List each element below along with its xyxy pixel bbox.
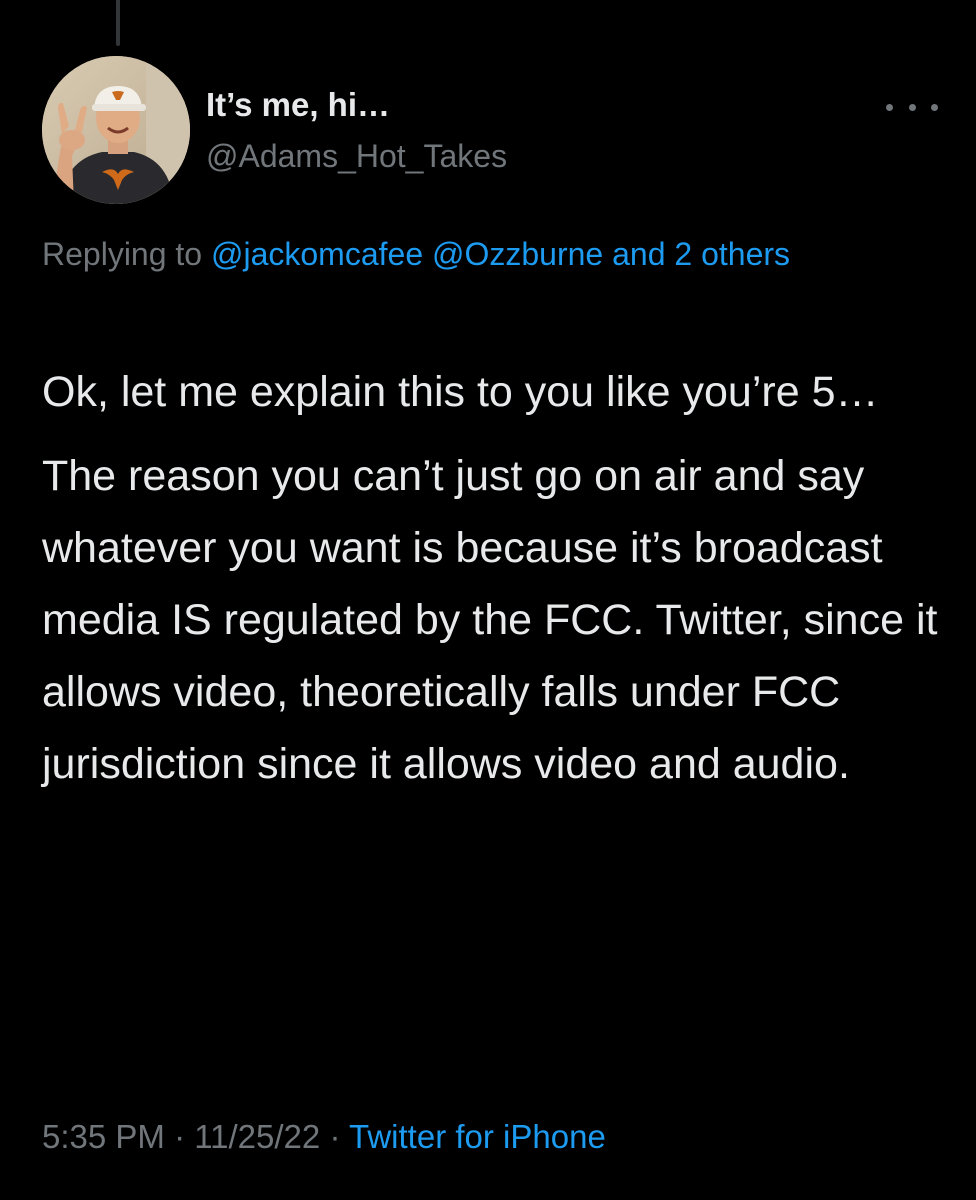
tweet-text: Ok, let me explain this to you like you’… <box>42 356 942 800</box>
thread-line <box>116 0 120 46</box>
author-display-name[interactable]: It’s me, hi… <box>206 86 390 124</box>
reply-context: Replying to @jackomcafee @Ozzburne and 2… <box>42 226 932 282</box>
more-horizontal-icon <box>908 103 916 111</box>
meta-separator: · <box>174 1118 186 1155</box>
tweet-metadata: 5:35 PM · 11/25/22 · Twitter for iPhone <box>42 1118 606 1156</box>
more-horizontal-icon <box>886 103 893 111</box>
reply-others-link[interactable]: and 2 others <box>612 236 790 272</box>
tweet-time[interactable]: 5:35 PM <box>42 1118 165 1155</box>
more-options-button[interactable] <box>886 96 938 118</box>
meta-separator: · <box>329 1118 341 1155</box>
reply-context-prefix: Replying to <box>42 236 203 272</box>
tweet-paragraph: The reason you can’t just go on air and … <box>42 452 938 788</box>
tweet-date[interactable]: 11/25/22 <box>194 1118 320 1155</box>
more-horizontal-icon <box>931 103 938 111</box>
tweet-source-link[interactable]: Twitter for iPhone <box>349 1118 606 1155</box>
reply-mention-link[interactable]: @Ozzburne <box>432 236 603 272</box>
tweet-paragraph: Ok, let me explain this to you like you’… <box>42 368 879 416</box>
author-avatar[interactable] <box>42 56 190 204</box>
reply-mention-link[interactable]: @jackomcafee <box>211 236 423 272</box>
author-handle[interactable]: @Adams_Hot_Takes <box>206 138 507 175</box>
avatar-photo-icon <box>42 56 190 204</box>
